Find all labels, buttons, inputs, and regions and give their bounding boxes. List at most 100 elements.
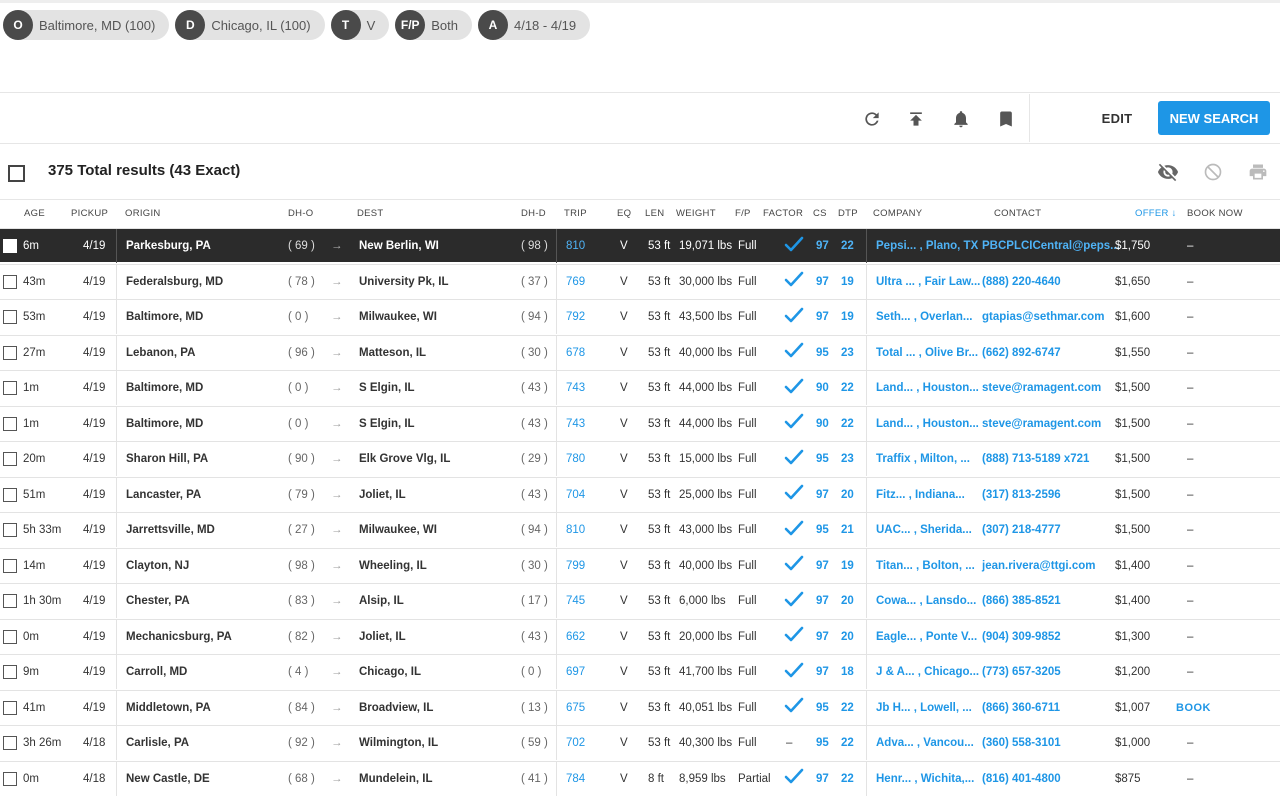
row-checkbox[interactable]: [3, 691, 17, 725]
row-cs[interactable]: 97: [816, 655, 829, 689]
row-contact[interactable]: (866) 360-6711: [982, 691, 1060, 725]
row-company[interactable]: UAC... , Sherida...: [876, 513, 972, 547]
row-checkbox[interactable]: [3, 336, 17, 370]
row-checkbox[interactable]: [3, 655, 17, 689]
row-company[interactable]: Jb H... , Lowell, ...: [876, 691, 972, 725]
col-origin[interactable]: ORIGIN: [125, 208, 161, 219]
row-trip[interactable]: 702: [566, 726, 585, 760]
row-company[interactable]: Ultra ... , Fair Law...: [876, 265, 980, 299]
table-row[interactable]: 3h 26m 4/18 Carlisle, PA ( 92 ) → Wilmington,…: [0, 725, 1280, 760]
row-company[interactable]: J & A... , Chicago...: [876, 655, 979, 689]
row-checkbox-box[interactable]: [3, 629, 17, 644]
chip-destination[interactable]: D Chicago, IL (100): [175, 10, 325, 40]
row-contact[interactable]: (866) 385-8521: [982, 584, 1061, 618]
row-checkbox[interactable]: [3, 371, 17, 405]
row-checkbox[interactable]: [3, 407, 17, 441]
row-trip[interactable]: 678: [566, 336, 585, 370]
row-contact[interactable]: gtapias@sethmar.com: [982, 300, 1104, 334]
row-company[interactable]: Eagle... , Ponte V...: [876, 620, 977, 654]
table-row[interactable]: 0m 4/18 New Castle, DE ( 68 ) → Mundelein, IL…: [0, 760, 1280, 796]
row-dtp[interactable]: 18: [841, 655, 854, 689]
row-checkbox-box[interactable]: [3, 310, 17, 324]
row-contact[interactable]: (904) 309-9852: [982, 620, 1061, 654]
chip-origin[interactable]: O Baltimore, MD (100): [3, 10, 170, 40]
table-row[interactable]: 9m 4/19 Carroll, MD ( 4 ) → Chicago, IL ( 0 ) 6…: [0, 654, 1280, 689]
row-contact[interactable]: steve@ramagent.com: [982, 371, 1101, 405]
col-book-now[interactable]: BOOK NOW: [1187, 208, 1243, 219]
table-row[interactable]: 1m 4/19 Baltimore, MD ( 0 ) → S Elgin, IL ( 43…: [0, 370, 1280, 405]
table-row[interactable]: 53m 4/19 Baltimore, MD ( 0 ) → Milwaukee, WI (…: [0, 299, 1280, 334]
row-checkbox-box[interactable]: [3, 523, 17, 537]
bookmark-icon[interactable]: [994, 107, 1018, 131]
row-company[interactable]: Land... , Houston...: [876, 407, 979, 441]
table-row[interactable]: 1h 30m 4/19 Chester, PA ( 83 ) → Alsip, IL ( 1…: [0, 583, 1280, 618]
bell-icon[interactable]: [949, 107, 973, 131]
row-cs[interactable]: 97: [816, 229, 829, 263]
row-dtp[interactable]: 19: [841, 549, 854, 583]
row-contact[interactable]: jean.rivera@ttgi.com: [982, 549, 1095, 583]
row-trip[interactable]: 799: [566, 549, 585, 583]
row-trip[interactable]: 810: [566, 229, 585, 263]
row-checkbox-box[interactable]: [3, 771, 17, 786]
select-all-checkbox[interactable]: [8, 165, 25, 182]
row-contact[interactable]: (662) 892-6747: [982, 336, 1061, 370]
chip-equipment-type[interactable]: T V: [330, 10, 390, 40]
row-checkbox-box[interactable]: [3, 558, 17, 573]
row-dtp[interactable]: 22: [841, 762, 854, 796]
row-cs[interactable]: 97: [816, 549, 829, 583]
col-pickup[interactable]: PICKUP: [71, 208, 108, 219]
row-company[interactable]: Traffix , Milton, ...: [876, 442, 970, 476]
col-age[interactable]: AGE: [24, 208, 45, 219]
col-company[interactable]: COMPANY: [873, 208, 922, 219]
row-contact[interactable]: (307) 218-4777: [982, 513, 1061, 547]
col-factor[interactable]: FACTOR: [763, 208, 803, 219]
row-dtp[interactable]: 22: [841, 407, 854, 441]
row-checkbox-box[interactable]: [3, 594, 17, 608]
book-button[interactable]: BOOK: [1176, 691, 1211, 725]
row-checkbox-box[interactable]: [3, 416, 17, 431]
row-dtp[interactable]: 23: [841, 336, 854, 370]
row-cs[interactable]: 90: [816, 371, 829, 405]
print-icon[interactable]: [1246, 160, 1270, 184]
col-dh-o[interactable]: DH-O: [288, 208, 313, 219]
col-trip[interactable]: TRIP: [564, 208, 587, 219]
row-checkbox[interactable]: [3, 513, 17, 547]
row-trip[interactable]: 745: [566, 584, 585, 618]
row-contact[interactable]: (816) 401-4800: [982, 762, 1061, 796]
row-dtp[interactable]: 20: [841, 584, 854, 618]
row-company[interactable]: Cowa... , Lansdo...: [876, 584, 976, 618]
row-contact[interactable]: (317) 813-2596: [982, 478, 1061, 512]
row-contact[interactable]: (888) 713-5189 x721: [982, 442, 1089, 476]
row-company[interactable]: Henr... , Wichita,...: [876, 762, 974, 796]
row-cs[interactable]: 97: [816, 265, 829, 299]
row-checkbox-box[interactable]: [3, 452, 17, 466]
row-contact[interactable]: steve@ramagent.com: [982, 407, 1101, 441]
row-dtp[interactable]: 23: [841, 442, 854, 476]
row-trip[interactable]: 784: [566, 762, 585, 796]
row-trip[interactable]: 743: [566, 407, 585, 441]
table-row[interactable]: 0m 4/19 Mechanicsburg, PA ( 82 ) → Joliet, IL…: [0, 618, 1280, 654]
row-trip[interactable]: 662: [566, 620, 585, 654]
row-checkbox[interactable]: [3, 584, 17, 618]
row-checkbox[interactable]: [3, 762, 17, 796]
row-checkbox[interactable]: [3, 549, 17, 583]
row-checkbox-box[interactable]: [3, 381, 17, 395]
table-row[interactable]: 5h 33m 4/19 Jarrettsville, MD ( 27 ) → Milwau…: [0, 512, 1280, 547]
row-trip[interactable]: 810: [566, 513, 585, 547]
row-dtp[interactable]: 22: [841, 229, 854, 263]
row-dtp[interactable]: 21: [841, 513, 854, 547]
row-trip[interactable]: 704: [566, 478, 585, 512]
row-cs[interactable]: 95: [816, 691, 829, 725]
row-cs[interactable]: 95: [816, 336, 829, 370]
row-checkbox[interactable]: [3, 229, 17, 263]
row-trip[interactable]: 743: [566, 371, 585, 405]
row-trip[interactable]: 697: [566, 655, 585, 689]
row-cs[interactable]: 97: [816, 762, 829, 796]
row-trip[interactable]: 780: [566, 442, 585, 476]
row-company[interactable]: Land... , Houston...: [876, 371, 979, 405]
row-checkbox-box[interactable]: [3, 345, 17, 360]
col-offer[interactable]: OFFER ↓: [1135, 208, 1177, 219]
row-company[interactable]: Seth... , Overlan...: [876, 300, 973, 334]
row-cs[interactable]: 95: [816, 442, 829, 476]
row-checkbox-box[interactable]: [3, 239, 17, 253]
